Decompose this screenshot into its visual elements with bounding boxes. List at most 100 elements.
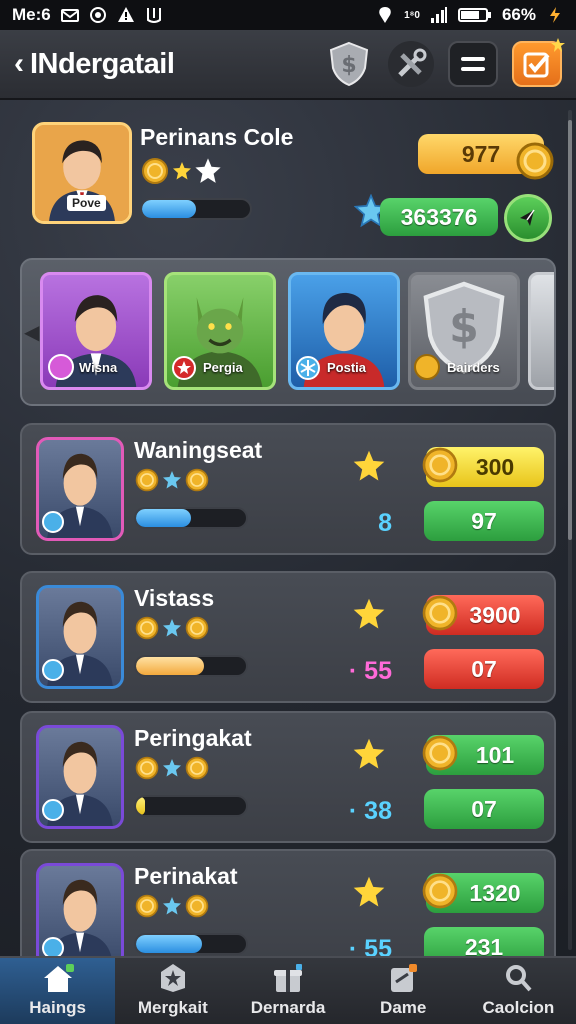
star-icon xyxy=(163,471,181,489)
tab-label: Mergkait xyxy=(137,998,208,1017)
star-icon xyxy=(163,619,181,637)
tools-button[interactable] xyxy=(388,41,434,87)
signal-icon xyxy=(430,7,447,23)
player-avatar[interactable] xyxy=(36,863,124,967)
tab-label: Dernarda xyxy=(250,998,326,1017)
player-currency-icons xyxy=(134,893,210,919)
player-progress-bar xyxy=(134,933,248,955)
coin-icon xyxy=(422,447,458,483)
tab-game[interactable]: Dame xyxy=(346,958,461,1024)
tab-collection[interactable]: Caolcion xyxy=(461,958,576,1024)
pill-coin-icon xyxy=(420,445,460,490)
player-bottom-value: 07 xyxy=(471,795,497,822)
home-icon xyxy=(43,964,74,992)
coin-icon xyxy=(185,894,209,918)
svg-text:$: $ xyxy=(449,302,478,353)
character-label: Pergia xyxy=(203,360,243,375)
player-top-value: 101 xyxy=(475,741,515,768)
battery-percent: 66% xyxy=(501,5,536,24)
share-button[interactable] xyxy=(504,194,552,242)
location-icon xyxy=(379,7,391,23)
tab-label: Dame xyxy=(380,998,427,1017)
player-name: Waningseat xyxy=(134,437,263,463)
character-label: Postia xyxy=(327,360,367,375)
red-badge-icon xyxy=(172,356,196,380)
coin-icon xyxy=(414,354,440,380)
star-icon xyxy=(163,759,181,777)
svg-text:$: $ xyxy=(341,53,356,78)
player-currency-icons xyxy=(134,755,210,781)
leaderboard-row[interactable]: Waningseat 8 300 97 xyxy=(20,423,556,555)
app-icon xyxy=(146,8,161,23)
character-carousel[interactable]: ◀ Wisna Pergia Postia $ Bairders xyxy=(20,258,556,406)
player-top-value: 1320 xyxy=(469,879,521,906)
player-name: Peringakat xyxy=(134,725,252,751)
tasks-button[interactable] xyxy=(512,38,565,87)
gift-icon xyxy=(274,964,302,992)
player-name: Vistass xyxy=(134,585,215,611)
character-card[interactable]: Pergia xyxy=(164,272,276,390)
player-progress-bar xyxy=(134,507,248,529)
star-icon xyxy=(163,897,181,915)
white-star-icon xyxy=(195,158,221,183)
coin-icon xyxy=(135,616,159,640)
star-icon xyxy=(173,162,191,180)
leaderboard-row[interactable]: Vistass · 55 3900 07 xyxy=(20,571,556,703)
search-icon xyxy=(506,965,532,992)
tab-label: Caolcion xyxy=(482,998,555,1017)
shield-button[interactable]: $ xyxy=(324,41,374,87)
profile-progress-bar xyxy=(140,198,252,220)
player-currency-icons xyxy=(134,615,210,641)
notification-star-icon xyxy=(551,38,565,52)
menu-button[interactable] xyxy=(448,41,498,87)
player-rank: · 55 xyxy=(348,657,392,685)
coin-icon xyxy=(185,756,209,780)
tab-rewards[interactable]: Dernarda xyxy=(230,958,345,1024)
character-card[interactable]: Postia xyxy=(288,272,400,390)
target-icon xyxy=(89,7,106,23)
profile-panel: Povе Perinans Cole 977 363376 xyxy=(18,110,558,250)
star-icon xyxy=(353,876,385,907)
tab-rankings[interactable]: Mergkait xyxy=(115,958,230,1024)
player-top-value: 300 xyxy=(475,453,515,480)
profile-badge: Povе xyxy=(67,195,106,211)
leaderboard-row[interactable]: Peringakat · 38 101 07 xyxy=(20,711,556,843)
coin-icon xyxy=(135,894,159,918)
character-card[interactable]: Wisna xyxy=(40,272,152,390)
tools-icon xyxy=(398,48,427,77)
character-label: Wisna xyxy=(79,360,118,375)
coin-icon xyxy=(422,595,458,631)
player-progress-fill xyxy=(136,509,191,527)
menu-icon xyxy=(461,57,485,71)
profile-currency-icons xyxy=(140,156,222,186)
tab-home[interactable]: Haings xyxy=(0,958,116,1024)
player-progress-bar xyxy=(134,655,248,677)
shield-icon: $ xyxy=(329,41,369,87)
player-progress-fill xyxy=(136,935,202,953)
profile-avatar[interactable]: Povе xyxy=(32,122,132,224)
back-icon[interactable]: ‹ xyxy=(14,47,24,81)
pill-coin-icon xyxy=(420,593,460,638)
carousel-left-arrow-icon[interactable]: ◀ xyxy=(24,320,39,345)
profile-progress-fill xyxy=(142,200,196,218)
star-icon xyxy=(353,598,385,629)
character-card[interactable]: $ Bairders xyxy=(408,272,520,390)
player-rank: 8 xyxy=(378,509,392,537)
player-bottom-value-pill[interactable]: 07 xyxy=(424,789,544,829)
rank-star xyxy=(352,875,386,914)
player-bottom-value-pill[interactable]: 97 xyxy=(424,501,544,541)
rank-star xyxy=(352,449,386,488)
profile-name: Perinans Cole xyxy=(140,124,294,150)
scrollbar-thumb[interactable] xyxy=(568,120,572,540)
player-bottom-value-pill[interactable]: 07 xyxy=(424,649,544,689)
coin-icon xyxy=(422,873,458,909)
gmail-icon xyxy=(60,9,79,22)
character-card-partial[interactable] xyxy=(528,272,554,390)
player-avatar[interactable] xyxy=(36,725,124,829)
player-currency-icons xyxy=(134,467,210,493)
profile-score-pill[interactable]: 363376 xyxy=(380,198,498,236)
profile-score-value: 363376 xyxy=(400,203,478,230)
player-avatar[interactable] xyxy=(36,585,124,689)
player-avatar[interactable] xyxy=(36,437,124,541)
player-top-value: 3900 xyxy=(469,601,521,628)
